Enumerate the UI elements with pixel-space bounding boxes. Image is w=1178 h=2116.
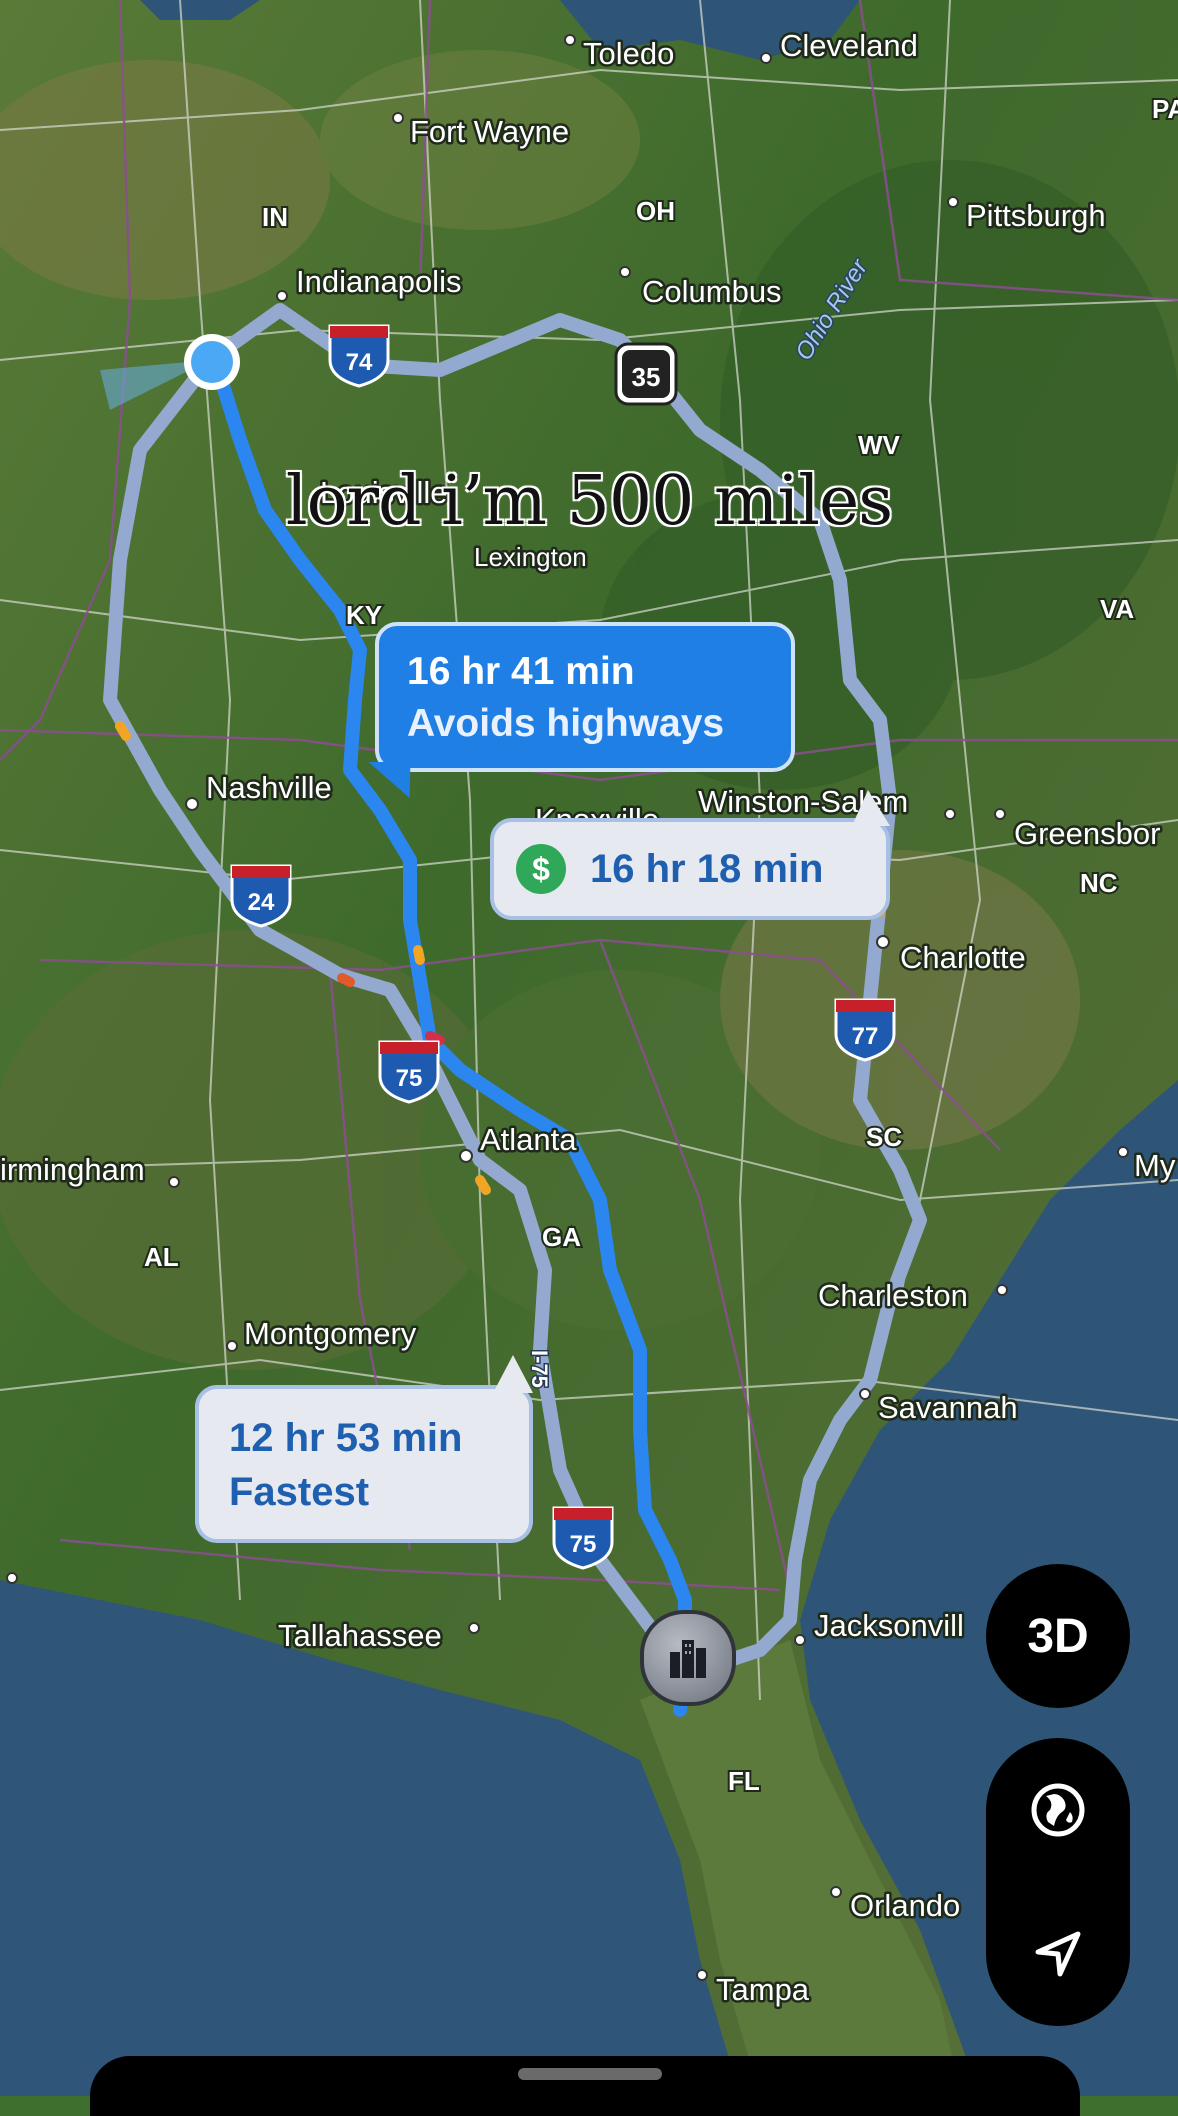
globe-icon (1031, 1783, 1085, 1837)
city-lexington[interactable]: Lexington (472, 540, 590, 575)
city-columbus[interactable]: Columbus (640, 272, 785, 312)
view-3d-button[interactable]: 3D (986, 1564, 1130, 1708)
state-oh: OH (636, 196, 675, 226)
route-duration: 16 hr 41 min (407, 650, 635, 693)
destination-pin[interactable] (640, 1610, 736, 1706)
city-fort-wayne[interactable]: Fort Wayne (408, 112, 572, 152)
svg-text:35: 35 (632, 362, 661, 392)
svg-text:74: 74 (346, 349, 373, 376)
city-jacksonville[interactable]: Jacksonvill (812, 1606, 967, 1646)
city-charlotte[interactable]: Charlotte (898, 938, 1029, 978)
shield-i77: 77 (834, 998, 896, 1062)
shield-i75-south: 75 (552, 1506, 614, 1570)
city-montgomery[interactable]: Montgomery (242, 1314, 420, 1354)
city-myrtle-beach[interactable]: My (1132, 1146, 1178, 1186)
map-controls (986, 1738, 1130, 2026)
sheet-grabber[interactable] (518, 2068, 662, 2080)
city-toledo[interactable]: Toledo (581, 34, 677, 74)
city-savannah[interactable]: Savannah (876, 1388, 1021, 1428)
svg-text:75: 75 (570, 1531, 597, 1558)
svg-text:75: 75 (396, 1065, 423, 1092)
bubble-tail (493, 1355, 533, 1393)
city-orlando[interactable]: Orlando (848, 1886, 963, 1926)
shield-i74: 74 (328, 324, 390, 388)
state-fl: FL (728, 1766, 760, 1796)
route-card-toll[interactable]: $ 16 hr 18 min (490, 790, 890, 920)
svg-text:77: 77 (852, 1023, 879, 1050)
location-arrow-icon (1035, 1931, 1081, 1977)
shield-i75-north: 75 (378, 1040, 440, 1104)
bubble-tail (852, 790, 890, 826)
city-charleston[interactable]: Charleston (816, 1276, 971, 1316)
shield-us35: 35 (614, 342, 678, 406)
toll-icon: $ (516, 844, 566, 894)
route-card-avoids-highways[interactable]: 16 hr 41 min Avoids highways (368, 622, 795, 798)
city-atlanta[interactable]: Atlanta (478, 1120, 580, 1160)
city-indianapolis[interactable]: Indianapolis (294, 262, 464, 302)
state-ga: GA (542, 1222, 581, 1252)
city-pittsburgh[interactable]: Pittsburgh (964, 196, 1109, 236)
state-al: AL (144, 1242, 179, 1272)
route-note: Fastest (229, 1470, 370, 1514)
state-wv: WV (858, 430, 901, 460)
locate-me-button[interactable] (986, 1882, 1130, 2026)
state-va: VA (1100, 594, 1134, 624)
bottom-sheet[interactable] (90, 2056, 1080, 2116)
route-note: Avoids highways (407, 702, 725, 745)
meme-caption: lord i’m 500 miles (285, 462, 893, 541)
current-location-inner (191, 341, 233, 383)
city-tallahassee[interactable]: Tallahassee (276, 1616, 445, 1656)
city-birmingham[interactable]: irmingham (0, 1150, 147, 1190)
svg-text:24: 24 (248, 889, 275, 916)
city-tampa[interactable]: Tampa (714, 1970, 813, 2010)
state-ky: KY (346, 600, 382, 630)
city-buildings-icon (670, 1640, 706, 1678)
state-nc: NC (1080, 868, 1118, 898)
state-in: IN (262, 202, 288, 232)
route-duration: 16 hr 18 min (590, 846, 824, 891)
map-style-button[interactable] (986, 1738, 1130, 1882)
city-nashville[interactable]: Nashville (204, 768, 335, 808)
state-sc: SC (866, 1122, 902, 1152)
route-card-fastest[interactable]: 12 hr 53 min Fastest (195, 1355, 533, 1543)
city-cleveland[interactable]: Cleveland (778, 26, 921, 66)
shield-i24: 24 (230, 864, 292, 928)
route-duration: 12 hr 53 min (229, 1416, 463, 1460)
state-pa: PA (1152, 94, 1178, 124)
city-greensboro[interactable]: Greensbor (1012, 814, 1163, 854)
